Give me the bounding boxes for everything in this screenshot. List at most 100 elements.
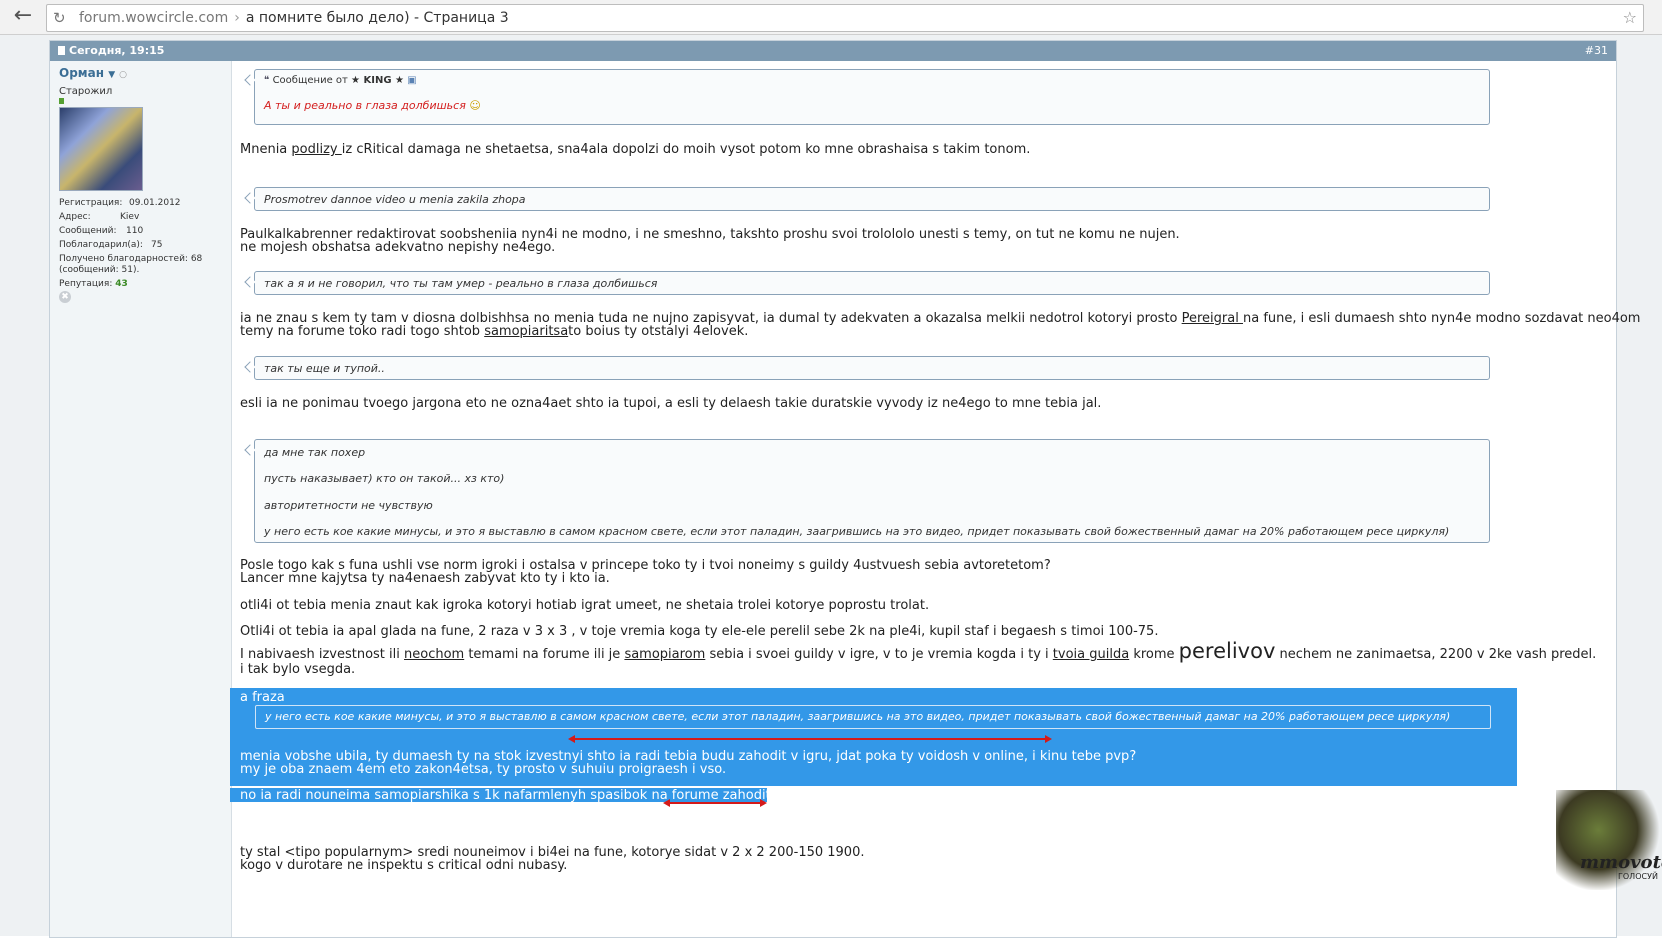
text-link[interactable]: neochom [404, 647, 464, 662]
quote-text: Prosmotrev dannoe video u menia zakila z… [264, 193, 526, 206]
quote-block: Prosmotrev dannoe video u menia zakila z… [254, 187, 1490, 211]
quote-icon: ❝ [264, 75, 270, 86]
bookmark-star-icon[interactable]: ☆ [1623, 5, 1637, 31]
mmovote-logo[interactable]: mmovote ГОЛОСУЙ [1556, 790, 1662, 936]
red-double-arrow [568, 735, 1052, 743]
quote-text: у него есть кое какие минусы, и это я вы… [265, 710, 1451, 723]
user-info-panel: Орман ▼ ○ Старожил Регистрация: 09.01.2012… [50, 61, 232, 937]
quote-line: у него есть кое какие минусы, и это я вы… [264, 525, 1450, 538]
quote-text: так а я и не говорил, что ты там умер - … [264, 277, 658, 290]
paragraph: i tak bylo vsegda. [240, 662, 356, 677]
selected-quote-block: у него есть кое какие минусы, и это я вы… [255, 705, 1491, 729]
field-label: (сообщений: 51). [59, 265, 140, 275]
logo-subtext: ГОЛОСУЙ [1618, 872, 1658, 881]
reputation-value: 43 [115, 279, 128, 289]
user-title: Старожил [59, 86, 113, 97]
paragraph: Lancer mne kajytsa ty na4enaesh zabyvat … [240, 571, 610, 586]
field-value: 110 [126, 226, 144, 236]
address-row: Адрес: Kiev [59, 212, 139, 222]
selected-text: no ia radi nouneima samopiarshika s 1k n… [240, 788, 833, 803]
post-icon [58, 46, 65, 55]
field-value: Kiev [120, 212, 140, 222]
selected-text: my je oba znaem 4em eto zakon4etsa, ty p… [240, 762, 727, 777]
text: to boius ty otstalyi 4elovek. [568, 324, 749, 339]
quote-line: да мне так похер [264, 446, 366, 459]
text: temy na forume toko radi togo shtob [240, 324, 485, 339]
reputation-icon[interactable]: ✖ [59, 291, 71, 303]
page-title: а помните было дело) - Страница 3 [245, 10, 509, 26]
text: na fune, i esli dumaesh shto nyn4e modno… [1242, 311, 1641, 326]
chevron-down-icon[interactable]: ▼ [108, 70, 115, 80]
back-arrow-icon[interactable]: ← [10, 5, 36, 29]
username-link[interactable]: Орман ▼ ○ [59, 66, 127, 80]
browser-toolbar: ← ↻ forum.wowcircle.com › а помните было д… [0, 0, 1662, 35]
text: krome [1129, 647, 1179, 662]
url-domain: forum.wowcircle.com [79, 10, 229, 26]
post-number-link[interactable]: #31 [1585, 41, 1608, 61]
post-header: Сегодня, 19:15 #31 [50, 41, 1616, 61]
text-link[interactable]: samopiaritsa [484, 324, 568, 339]
paragraph: Mnenia podlizy iz cRitical damaga ne she… [240, 143, 1608, 156]
thanked-row: Поблагодарил(а): 75 [59, 240, 162, 250]
registration-row: Регистрация: 09.01.2012 [59, 198, 181, 208]
url-separator: › [234, 10, 240, 26]
paragraph: kogo v durotare ne inspektu s critical o… [240, 858, 568, 873]
field-label: Регистрация: [59, 198, 123, 208]
text: temami na forume ili je [464, 647, 625, 662]
field-label: Поблагодарил(а): [59, 240, 143, 250]
red-double-arrow [663, 799, 767, 807]
reload-icon[interactable]: ↻ [53, 5, 71, 31]
paragraph: esli ia ne ponimau tvoego jargona eto ne… [240, 396, 1102, 411]
paragraph: Otli4i ot tebia ia apal glada na fune, 2… [240, 624, 1159, 639]
quote-author: ❝ Сообщение от ★ KING ★ ▣ [264, 74, 417, 87]
text: iz cRitical damaga ne shetaetsa, sna4ala… [341, 142, 1031, 157]
field-label: Адрес: [59, 212, 91, 222]
field-label: Получено благодарностей: 68 [59, 254, 203, 264]
view-post-icon[interactable]: ▣ [407, 75, 416, 86]
text: nechem ne zanimaetsa, 2200 v 2ke vash pr… [1275, 647, 1597, 662]
field-label: Сообщений: [59, 226, 117, 236]
paragraph: otli4i ot tebia menia znaut kak igroka k… [240, 598, 930, 613]
quote-block: да мне так похер пусть наказывает) кто о… [254, 439, 1490, 543]
quote-block: так ты еще и тупой.. [254, 356, 1490, 380]
thanks-received-row: Получено благодарностей: 68 [59, 254, 202, 264]
reputation-bar [59, 98, 64, 104]
text-link[interactable]: Pereigral [1182, 311, 1243, 326]
quote-line: авторитетности не чувствую [264, 499, 433, 512]
field-value: 75 [151, 240, 163, 250]
quote-text: так ты еще и тупой.. [264, 362, 385, 375]
text: I nabivaesh izvestnost ili [240, 647, 404, 662]
paragraph: ne mojesh obshatsa adekvatno nepishy ne4… [240, 240, 556, 255]
field-value: 09.01.2012 [129, 198, 181, 208]
thanks-posts-row: (сообщений: 51). [59, 265, 139, 275]
smiley-icon: ☺ [469, 99, 481, 112]
logo-text: mmovote [1580, 852, 1662, 873]
paragraph: temy na forume toko radi togo shtob samo… [240, 325, 1608, 338]
text-link[interactable]: samopiarom [624, 647, 705, 662]
post-date-text: Сегодня, 19:15 [69, 44, 165, 57]
address-bar[interactable]: ↻ forum.wowcircle.com › а помните было дел… [46, 4, 1644, 32]
quote-line: пусть наказывает) кто он такой... хз кто… [264, 472, 505, 485]
text: Mnenia [240, 142, 292, 157]
text-link[interactable]: podlizy [291, 142, 341, 157]
paragraph: I nabivaesh izvestnost ili neochom temam… [240, 641, 1608, 662]
offline-status-icon: ○ [119, 70, 127, 80]
quote-prefix: Сообщение от [272, 75, 348, 86]
field-label: Репутация: [59, 279, 113, 289]
text-link[interactable]: tvoia guilda [1053, 647, 1129, 662]
forum-post: Сегодня, 19:15 #31 Орман ▼ ○ Старожил Рег… [49, 40, 1640, 938]
messages-row: Сообщений: 110 [59, 226, 143, 236]
avatar[interactable] [59, 107, 143, 191]
quote-author-name[interactable]: ★ KING ★ [351, 75, 404, 86]
quote-block: ❝ Сообщение от ★ KING ★ ▣ А ты и реально… [254, 69, 1490, 125]
selected-text: a fraza [240, 690, 285, 705]
post-date: Сегодня, 19:15 [58, 41, 164, 61]
quote-block: так а я и не говорил, что ты там умер - … [254, 271, 1490, 295]
quote-text: А ты и реально в глаза долбишься ☺ [264, 99, 481, 112]
text: sebia i svoei guildy v igre, v to je vre… [705, 647, 1053, 662]
username-text[interactable]: Орман [59, 66, 104, 80]
quote-text-span: А ты и реально в глаза долбишься [264, 99, 466, 112]
url-text: forum.wowcircle.com › а помните было дело)… [79, 5, 509, 31]
large-text: perelivov [1178, 639, 1276, 663]
reputation-row: Репутация: 43 [59, 279, 128, 289]
